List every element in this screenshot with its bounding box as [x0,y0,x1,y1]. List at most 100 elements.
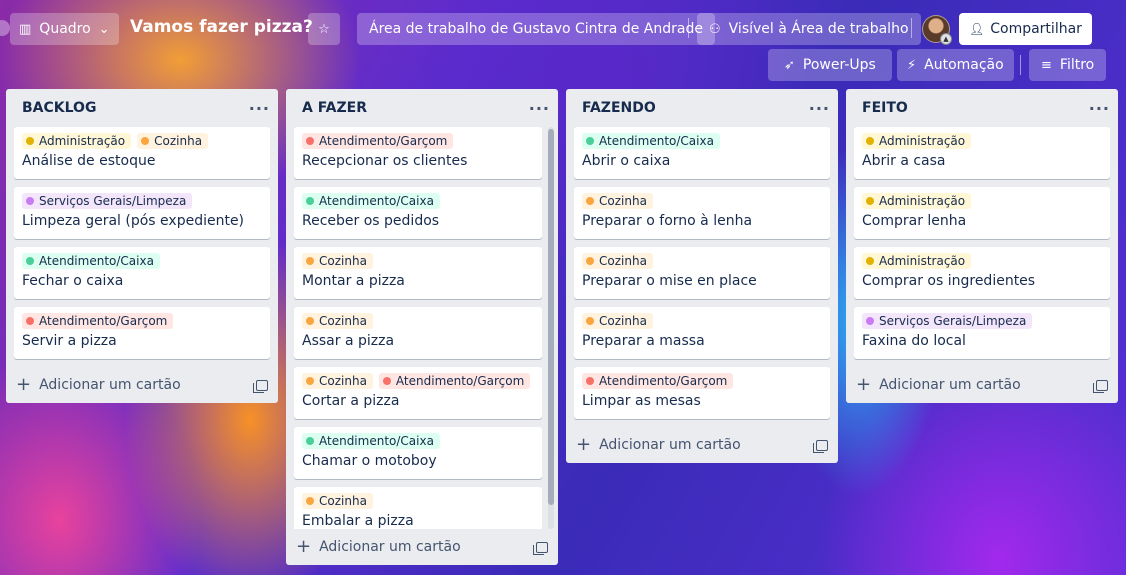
add-card-button[interactable]: + Adicionar um cartão [16,376,181,394]
chevron-down-icon: ⌄ [98,21,110,37]
card[interactable]: Atendimento/Garçom Recepcionar os cliente… [294,127,542,179]
card-labels: Atendimento/Garçom [582,373,822,389]
card-label[interactable]: Cozinha [137,133,209,149]
plus-icon: + [856,374,872,395]
card-label[interactable]: Administração [862,193,972,209]
label-dot-icon [586,257,594,265]
list-fazendo: FAZENDO ··· Atendimento/Caixa Abrir o cai… [566,89,838,463]
card[interactable]: Atendimento/Garçom Servir a pizza [14,307,270,359]
card[interactable]: Atendimento/Caixa Chamar o motoboy [294,427,542,479]
card-label[interactable]: Administração [22,133,132,149]
card-template-icon[interactable] [533,541,548,555]
more-icon[interactable]: ··· [529,99,550,118]
more-icon[interactable]: ··· [809,99,830,118]
card-label-text: Administração [879,194,966,208]
card[interactable]: Cozinha Preparar a massa [574,307,830,359]
card[interactable]: Cozinha Preparar o mise en place [574,247,830,299]
card-labels: Atendimento/Caixa [302,193,534,209]
more-icon[interactable]: ··· [1089,99,1110,118]
automation-button[interactable]: ⚡︎ Automação [897,49,1014,81]
card-label[interactable]: Atendimento/Garçom [582,373,734,389]
sidebar-toggle[interactable] [0,20,10,36]
card-title: Abrir a casa [862,153,946,169]
card-title: Receber os pedidos [302,213,440,229]
card-label[interactable]: Cozinha [302,313,373,329]
label-dot-icon [586,197,594,205]
card-title: Faxina do local [862,333,966,349]
card[interactable]: Administração Comprar lenha [854,187,1110,239]
power-ups-button[interactable]: ➶ Power-Ups [768,49,892,81]
card-title: Chamar o motoboy [302,453,437,469]
share-button[interactable]: 👤︎ Compartilhar [959,13,1092,45]
card-label-text: Atendimento/Garçom [395,374,525,388]
view-switcher-button[interactable]: ▥ Quadro ⌄ [10,13,119,45]
scrollbar-thumb[interactable] [548,129,554,505]
card-label[interactable]: Cozinha [302,493,373,509]
card-label[interactable]: Atendimento/Garçom [378,373,531,389]
more-icon[interactable]: ··· [249,99,270,118]
card[interactable]: Atendimento/Caixa Fechar o caixa [14,247,270,299]
card-labels: Atendimento/Caixa [22,253,262,269]
add-card-button[interactable]: + Adicionar um cartão [296,538,461,556]
card-label[interactable]: Cozinha [582,313,653,329]
filter-button[interactable]: ≡ Filtro [1029,49,1107,81]
card[interactable]: Atendimento/Caixa Receber os pedidos [294,187,542,239]
list-a-fazer: A FAZER ··· Atendimento/Garçom Recepciona… [286,89,558,565]
card-labels: Atendimento/Caixa [302,433,534,449]
card-label[interactable]: Atendimento/Caixa [302,433,440,449]
card-label[interactable]: Serviços Gerais/Limpeza [22,193,193,209]
card-container: Administração Cozinha Análise de estoque Se… [6,127,278,359]
card[interactable]: Cozinha Atendimento/Garçom Cortar a pizza [294,367,542,419]
card-label[interactable]: Atendimento/Garçom [302,133,454,149]
card[interactable]: Atendimento/Caixa Abrir o caixa [574,127,830,179]
list-header[interactable]: FEITO ··· [846,89,1118,127]
card-label[interactable]: Atendimento/Garçom [22,313,174,329]
list-title[interactable]: A FAZER [302,100,367,116]
card-title: Assar a pizza [302,333,395,349]
card[interactable]: Administração Abrir a casa [854,127,1110,179]
list-title[interactable]: FEITO [862,100,908,116]
card[interactable]: Serviços Gerais/Limpeza Faxina do local [854,307,1110,359]
list-title[interactable]: FAZENDO [582,100,656,116]
list-header[interactable]: A FAZER ··· [286,89,558,127]
card-label[interactable]: Administração [862,253,972,269]
card[interactable]: Cozinha Embalar a pizza [294,487,542,529]
card[interactable]: Cozinha Preparar o forno à lenha [574,187,830,239]
card-label[interactable]: Serviços Gerais/Limpeza [862,313,1033,329]
card-label[interactable]: Cozinha [582,253,653,269]
visibility-label: Visível à Área de trabalho [728,21,909,37]
card-label-text: Atendimento/Caixa [319,194,434,208]
card-label[interactable]: Atendimento/Caixa [582,133,720,149]
card-label-text: Cozinha [319,314,367,328]
add-card-row: + Adicionar um cartão [566,427,838,463]
card-label[interactable]: Atendimento/Caixa [302,193,440,209]
card[interactable]: Cozinha Assar a pizza [294,307,542,359]
card-label[interactable]: Atendimento/Caixa [22,253,160,269]
card-template-icon[interactable] [253,379,268,393]
card[interactable]: Administração Cozinha Análise de estoque [14,127,270,179]
list-title[interactable]: BACKLOG [22,100,96,116]
add-card-button[interactable]: + Adicionar um cartão [856,376,1021,394]
board-title[interactable]: Vamos fazer pizza? [130,17,313,37]
card-template-icon[interactable] [813,439,828,453]
card[interactable]: Cozinha Montar a pizza [294,247,542,299]
card[interactable]: Administração Comprar os ingredientes [854,247,1110,299]
avatar[interactable]: ▲ [922,15,952,45]
card[interactable]: Atendimento/Garçom Limpar as mesas [574,367,830,419]
card-label-text: Serviços Gerais/Limpeza [39,194,187,208]
visibility-button[interactable]: ⚇ Visível à Área de trabalho [697,13,921,45]
card[interactable]: Serviços Gerais/Limpeza Limpeza geral (pó… [14,187,270,239]
list-header[interactable]: FAZENDO ··· [566,89,838,127]
card-label[interactable]: Cozinha [582,193,653,209]
label-dot-icon [306,197,314,205]
workspace-button[interactable]: Área de trabalho de Gustavo Cintra de An… [357,13,715,45]
add-card-button[interactable]: + Adicionar um cartão [576,436,741,454]
card-template-icon[interactable] [1093,379,1108,393]
list-header[interactable]: BACKLOG ··· [6,89,278,127]
star-button[interactable]: ☆ [308,13,340,45]
card-label-text: Cozinha [599,194,647,208]
view-switcher-label: Quadro [39,21,91,37]
card-label[interactable]: Cozinha [302,253,373,269]
card-label[interactable]: Cozinha [302,373,373,389]
card-label[interactable]: Administração [862,133,972,149]
